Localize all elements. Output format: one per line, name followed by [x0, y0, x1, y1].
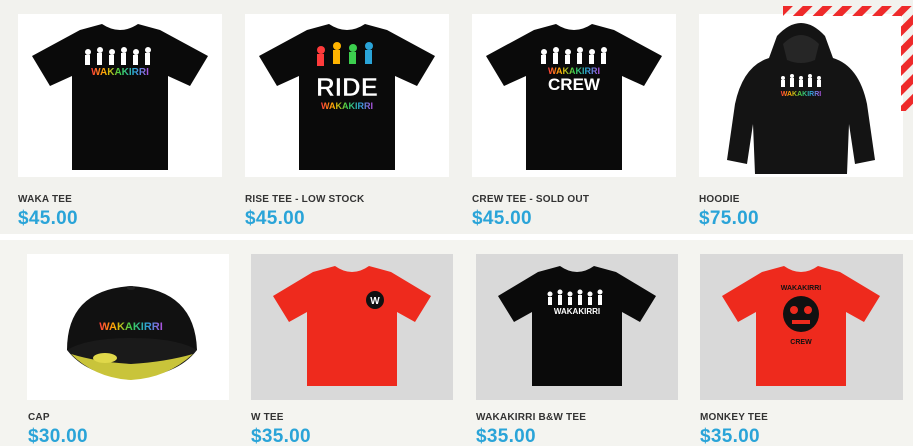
shirt-graphic-text: W — [370, 296, 380, 307]
product-name[interactable]: WAKA TEE — [18, 194, 72, 205]
cap-graphic-text: WAKAKIRRI — [99, 321, 163, 333]
product-name[interactable]: HOODIE — [699, 194, 740, 205]
sale-ribbon — [783, 6, 913, 111]
product-card-bw-tee[interactable]: WAKAKIRRI WAKAKIRRI B&W TEE $35.00 — [476, 254, 678, 447]
shirt-graphic-title: WAKAKIRRI — [781, 285, 821, 292]
shirt-graphic-text: WAKAKIRRI — [554, 307, 600, 316]
product-price: $45.00 — [18, 208, 78, 229]
product-name[interactable]: CAP — [28, 412, 50, 423]
shirt-graphic-text: WAKAKIRRI — [91, 67, 149, 78]
product-card-rise-tee[interactable]: RIDE WAKAKIRRI RISE TEE - LOW STOCK $45.… — [245, 14, 449, 234]
product-name[interactable]: WAKAKIRRI B&W TEE — [476, 412, 586, 423]
product-price: $35.00 — [251, 426, 311, 447]
product-image[interactable]: WAKAKIRRI — [27, 254, 229, 400]
product-price: $45.00 — [245, 208, 305, 229]
product-card-w-tee[interactable]: W W TEE $35.00 — [251, 254, 453, 447]
product-image[interactable]: RIDE WAKAKIRRI — [245, 14, 449, 177]
product-name[interactable]: RISE TEE - LOW STOCK — [245, 194, 364, 205]
product-card-crew-tee[interactable]: WAKAKIRRI CREW CREW TEE - SOLD OUT $45.0… — [472, 14, 676, 234]
shirt-graphic-subtitle: CREW — [548, 75, 601, 94]
product-card-cap[interactable]: WAKAKIRRI CAP $30.00 — [27, 254, 229, 447]
product-image[interactable]: WAKAKIRRI — [18, 14, 222, 177]
product-card-waka-tee[interactable]: WAKAKIRRI WAKA TEE $45.00 — [18, 14, 222, 234]
product-name[interactable]: W TEE — [251, 412, 284, 423]
product-image[interactable]: W — [251, 254, 453, 400]
product-price: $30.00 — [28, 426, 88, 447]
product-image[interactable]: WAKAKIRRI CREW — [472, 14, 676, 177]
product-name[interactable]: CREW TEE - SOLD OUT — [472, 194, 589, 205]
product-price: $75.00 — [699, 208, 759, 229]
shirt-graphic-text: WAKAKIRRI — [321, 101, 373, 111]
shirt-graphic-title: RIDE — [316, 72, 378, 102]
product-name[interactable]: MONKEY TEE — [700, 412, 768, 423]
product-image[interactable]: WAKAKIRRI CREW — [700, 254, 903, 400]
product-price: $35.00 — [700, 426, 760, 447]
product-card-monkey-tee[interactable]: WAKAKIRRI CREW MONKEY TEE $35.00 — [700, 254, 903, 447]
product-price: $45.00 — [472, 208, 532, 229]
shirt-graphic-subtitle: CREW — [790, 339, 812, 346]
product-image[interactable]: WAKAKIRRI — [476, 254, 678, 400]
product-price: $35.00 — [476, 426, 536, 447]
